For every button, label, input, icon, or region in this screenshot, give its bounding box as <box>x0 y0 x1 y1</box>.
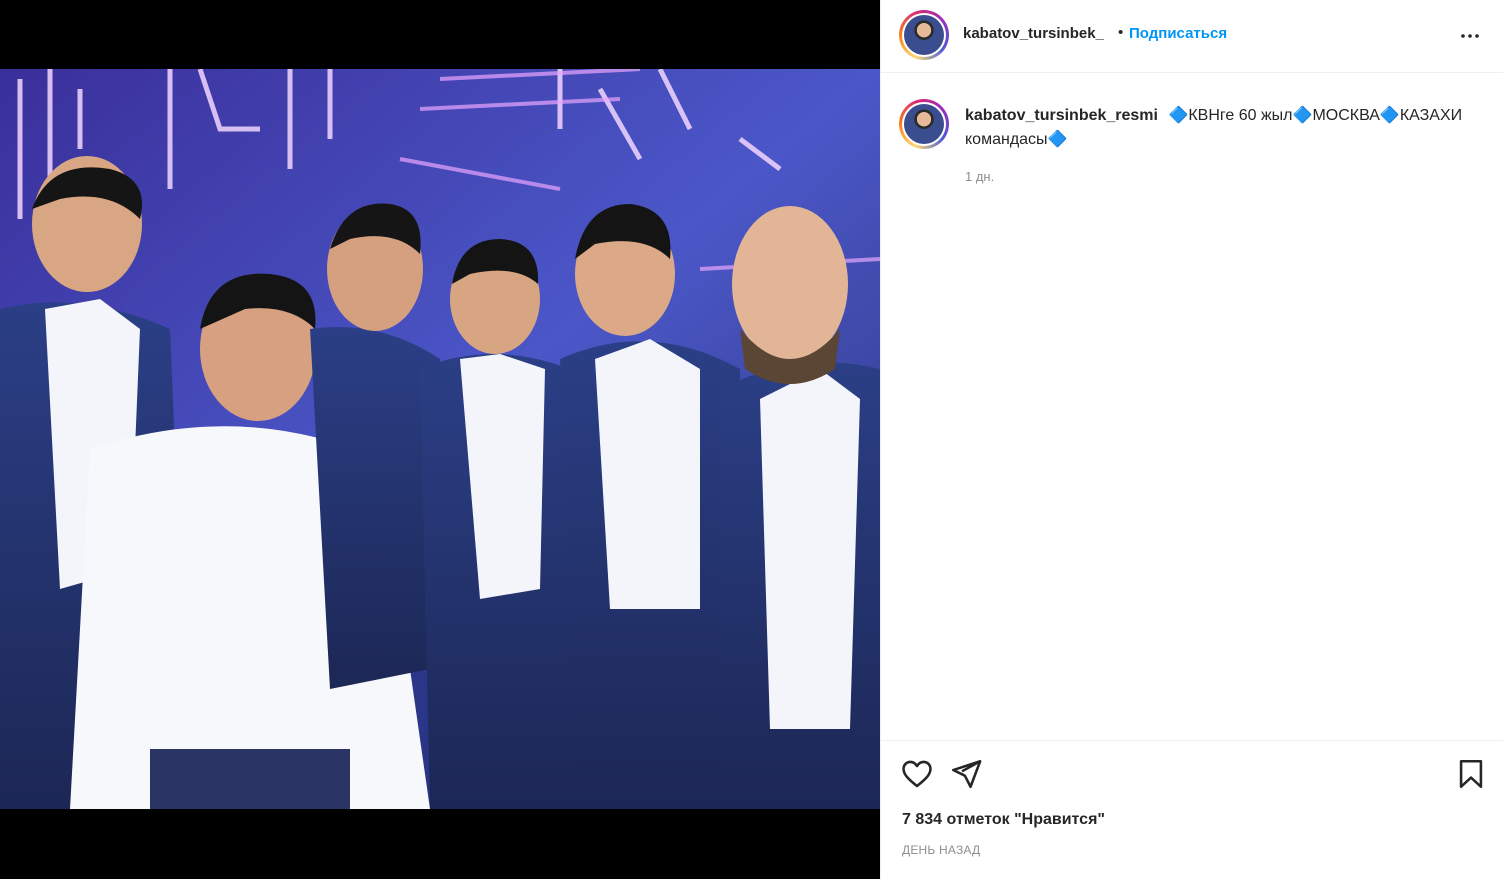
heart-icon[interactable] <box>900 757 934 791</box>
avatar-image <box>904 104 944 144</box>
more-horizontal-icon[interactable] <box>1458 24 1482 48</box>
instagram-post: kabatov_tursinbek_ • Подписаться kabatov… <box>0 0 1503 879</box>
likes-count[interactable]: 7 834 отметок "Нравится" <box>902 811 1105 829</box>
group-photo-illustration <box>0 69 880 809</box>
post-photo[interactable] <box>0 69 880 809</box>
caption-text-block: kabatov_tursinbek_resmi 🔷КВНге 60 жыл🔷МО… <box>965 104 1485 152</box>
follow-button[interactable]: Подписаться <box>1129 25 1227 42</box>
send-icon[interactable] <box>949 757 983 791</box>
header-username-link[interactable]: kabatov_tursinbek_ <box>963 25 1104 42</box>
separator-dot: • <box>1118 24 1124 41</box>
post-actions: 7 834 отметок "Нравится" ДЕНЬ НАЗАД <box>881 740 1503 879</box>
caption-username-link[interactable]: kabatov_tursinbek_resmi <box>965 107 1158 124</box>
caption-timestamp: 1 дн. <box>965 169 995 184</box>
post-header: kabatov_tursinbek_ • Подписаться <box>881 0 1503 73</box>
post-media[interactable] <box>0 0 880 879</box>
avatar-image <box>904 15 944 55</box>
author-avatar[interactable] <box>899 10 949 60</box>
bookmark-icon[interactable] <box>1454 757 1488 791</box>
caption-author-avatar[interactable] <box>899 99 949 149</box>
post-side-panel: kabatov_tursinbek_ • Подписаться kabatov… <box>880 0 1503 879</box>
post-age: ДЕНЬ НАЗАД <box>902 843 981 857</box>
